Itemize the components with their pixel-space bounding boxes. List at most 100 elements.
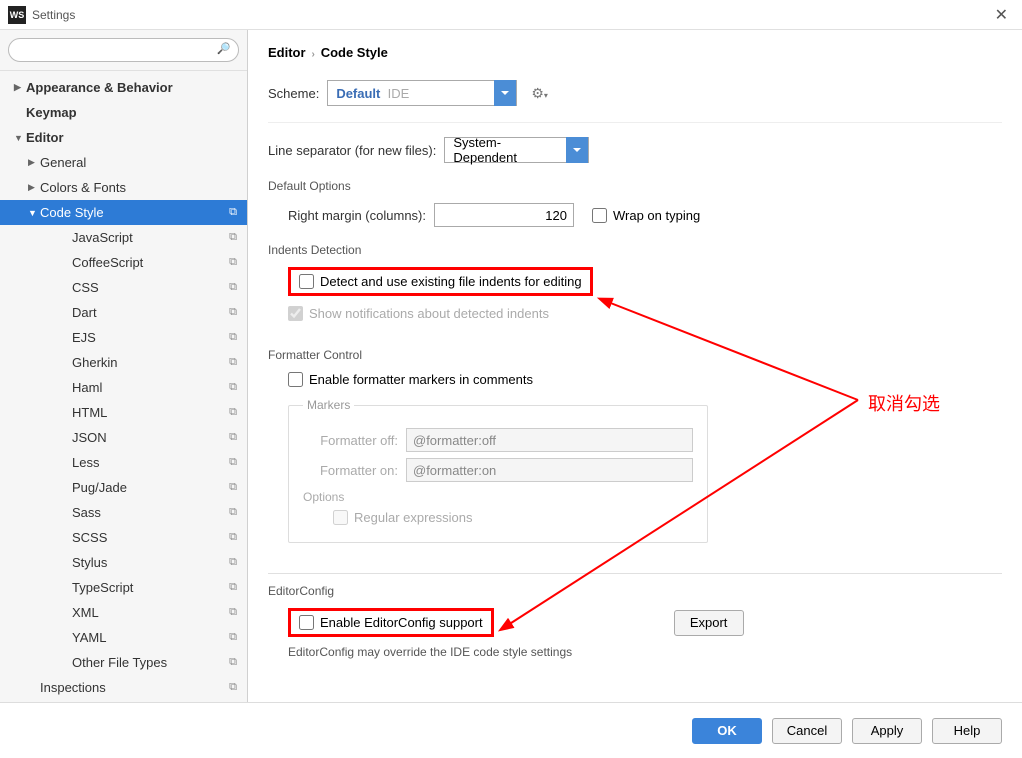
search-input[interactable] [8, 38, 239, 62]
indents-detection-title: Indents Detection [268, 243, 1002, 257]
chevron-right-icon: › [311, 49, 314, 60]
right-margin-label: Right margin (columns): [288, 208, 426, 223]
tree-item-less[interactable]: Less ⧉ [0, 450, 247, 475]
regex-checkbox: Regular expressions [333, 510, 473, 525]
dialog-buttons: OK Cancel Apply Help [0, 702, 1022, 758]
tree-item-label: Inspections [40, 680, 106, 695]
titlebar: WS Settings ✕ [0, 0, 1022, 30]
tree-item-label: Dart [72, 305, 97, 320]
tree-item-label: XML [72, 605, 99, 620]
formatter-off-label: Formatter off: [303, 433, 398, 448]
tree-item-html[interactable]: HTML⧉ [0, 400, 247, 425]
apply-button[interactable]: Apply [852, 718, 922, 744]
tree-arrow-icon: ▼ [28, 208, 40, 218]
settings-tree: ▶Appearance & BehaviorKeymap▼Editor▶Gene… [0, 70, 247, 702]
copy-icon: ⧉ [229, 256, 237, 269]
window-title: Settings [32, 8, 75, 22]
tree-item-label: Less [72, 455, 99, 470]
content-panel: Editor › Code Style Scheme: Default IDE … [248, 30, 1022, 702]
tree-item-css[interactable]: CSS ⧉ [0, 275, 247, 300]
tree-item-label: YAML [72, 630, 106, 645]
breadcrumb-current: Code Style [321, 45, 388, 60]
tree-item-label: Appearance & Behavior [26, 80, 173, 95]
tree-item-haml[interactable]: Haml⧉ [0, 375, 247, 400]
annotation-box-editorconfig: Enable EditorConfig support [288, 608, 494, 637]
tree-item-label: General [40, 155, 86, 170]
tree-item-xml[interactable]: XML ⧉ [0, 600, 247, 625]
tree-item-keymap[interactable]: Keymap [0, 100, 247, 125]
tree-item-label: Sass [72, 505, 101, 520]
tree-item-label: Gherkin [72, 355, 118, 370]
enable-formatter-checkbox[interactable]: Enable formatter markers in comments [288, 372, 533, 387]
tree-item-label: Colors & Fonts [40, 180, 126, 195]
tree-item-pug-jade[interactable]: Pug/Jade ⧉ [0, 475, 247, 500]
help-button[interactable]: Help [932, 718, 1002, 744]
line-sep-label: Line separator (for new files): [268, 143, 436, 158]
editorconfig-note: EditorConfig may override the IDE code s… [288, 645, 1002, 659]
copy-icon: ⧉ [229, 656, 237, 669]
tree-arrow-icon: ▶ [14, 82, 26, 93]
chevron-down-icon[interactable] [566, 137, 588, 163]
tree-item-coffeescript[interactable]: CoffeeScript ⧉ [0, 250, 247, 275]
tree-item-label: Stylus [72, 555, 107, 570]
tree-item-general[interactable]: ▶General [0, 150, 247, 175]
tree-item-ejs[interactable]: EJS⧉ [0, 325, 247, 350]
copy-icon: ⧉ [229, 231, 237, 244]
scheme-label: Scheme: [268, 86, 319, 101]
copy-icon: ⧉ [229, 606, 237, 619]
tree-item-sass[interactable]: Sass⧉ [0, 500, 247, 525]
enable-editorconfig-checkbox[interactable]: Enable EditorConfig support [299, 615, 483, 630]
tree-item-code-style[interactable]: ▼Code Style⧉ [0, 200, 247, 225]
line-sep-select[interactable]: System-Dependent [444, 137, 589, 163]
export-button[interactable]: Export [674, 610, 744, 636]
detect-indents-checkbox[interactable]: Detect and use existing file indents for… [299, 274, 582, 289]
wrap-on-typing-checkbox[interactable]: Wrap on typing [592, 208, 700, 223]
markers-group: Markers Formatter off: Formatter on: Opt… [288, 398, 708, 543]
app-icon: WS [8, 6, 26, 24]
tree-item-scss[interactable]: SCSS⧉ [0, 525, 247, 550]
tree-item-editor[interactable]: ▼Editor [0, 125, 247, 150]
tree-item-javascript[interactable]: JavaScript⧉ [0, 225, 247, 250]
right-margin-input[interactable] [434, 203, 574, 227]
tree-arrow-icon: ▼ [14, 133, 26, 143]
tree-item-typescript[interactable]: TypeScript⧉ [0, 575, 247, 600]
copy-icon: ⧉ [229, 356, 237, 369]
copy-icon: ⧉ [229, 281, 237, 294]
tree-item-label: SCSS [72, 530, 107, 545]
tree-item-appearance-behavior[interactable]: ▶Appearance & Behavior [0, 75, 247, 100]
copy-icon: ⧉ [229, 431, 237, 444]
tree-item-label: Other File Types [72, 655, 167, 670]
tree-item-label: CSS [72, 280, 99, 295]
default-options-title: Default Options [268, 179, 1002, 193]
tree-item-colors-fonts[interactable]: ▶Colors & Fonts [0, 175, 247, 200]
close-icon[interactable]: ✕ [989, 5, 1014, 25]
copy-icon: ⧉ [229, 681, 237, 694]
annotation-text: 取消勾选 [868, 390, 940, 416]
tree-item-label: HTML [72, 405, 107, 420]
copy-icon: ⧉ [229, 481, 237, 494]
copy-icon: ⧉ [229, 456, 237, 469]
scheme-select[interactable]: Default IDE [327, 80, 517, 106]
markers-legend: Markers [303, 398, 354, 412]
tree-item-dart[interactable]: Dart⧉ [0, 300, 247, 325]
tree-item-gherkin[interactable]: Gherkin ⧉ [0, 350, 247, 375]
chevron-down-icon[interactable] [494, 80, 516, 106]
show-notifications-checkbox: Show notifications about detected indent… [288, 306, 549, 321]
tree-item-other-file-types[interactable]: Other File Types ⧉ [0, 650, 247, 675]
cancel-button[interactable]: Cancel [772, 718, 842, 744]
formatter-off-input [406, 428, 693, 452]
tree-item-label: CoffeeScript [72, 255, 143, 270]
tree-item-label: Editor [26, 130, 64, 145]
options-label: Options [303, 490, 693, 504]
tree-item-label: Pug/Jade [72, 480, 127, 495]
tree-item-inspections[interactable]: Inspections ⧉ [0, 675, 247, 700]
ok-button[interactable]: OK [692, 718, 762, 744]
tree-item-yaml[interactable]: YAML ⧉ [0, 625, 247, 650]
copy-icon: ⧉ [229, 631, 237, 644]
tree-item-json[interactable]: JSON⧉ [0, 425, 247, 450]
copy-icon: ⧉ [229, 381, 237, 394]
copy-icon: ⧉ [229, 581, 237, 594]
tree-item-stylus[interactable]: Stylus⧉ [0, 550, 247, 575]
gear-icon[interactable]: ⚙▾ [531, 85, 548, 102]
tree-item-label: EJS [72, 330, 96, 345]
